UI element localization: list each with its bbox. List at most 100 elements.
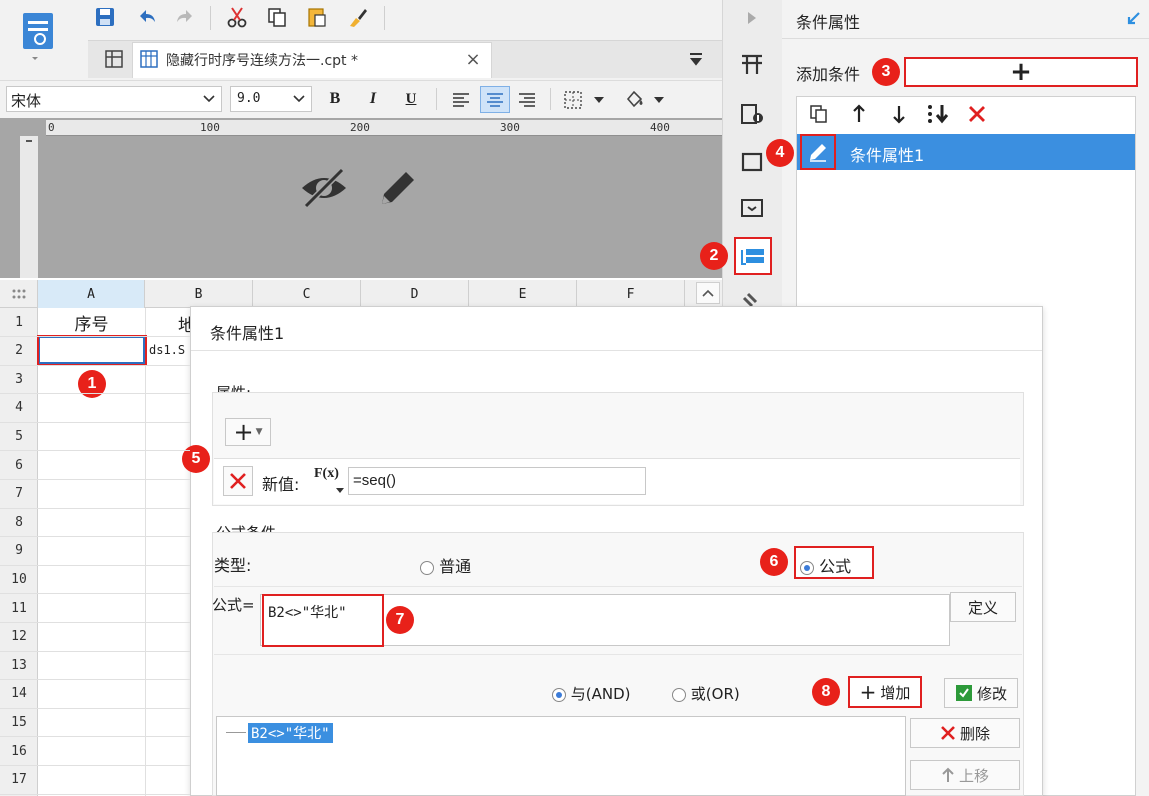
step-marker-6: 6 bbox=[760, 548, 788, 576]
cut-icon[interactable] bbox=[224, 4, 250, 30]
cell-attribute-icon[interactable] bbox=[736, 98, 768, 130]
fill-dropdown-icon[interactable] bbox=[652, 92, 666, 108]
save-icon[interactable] bbox=[92, 4, 118, 30]
underline-icon[interactable]: U bbox=[400, 88, 422, 110]
row-header[interactable]: 4 bbox=[0, 394, 38, 422]
select-all-icon[interactable] bbox=[0, 280, 38, 308]
row-header[interactable]: 7 bbox=[0, 480, 38, 508]
row-header[interactable]: 2 bbox=[0, 337, 38, 365]
add-button[interactable]: + 增加 bbox=[848, 676, 922, 708]
or-radio[interactable]: 或(OR) bbox=[672, 683, 740, 704]
align-center-icon[interactable] bbox=[480, 86, 510, 113]
remove-attribute-icon[interactable] bbox=[223, 466, 253, 496]
condition-tree-item[interactable]: B2<>"华北" bbox=[248, 723, 333, 743]
column-header[interactable]: F bbox=[577, 280, 685, 308]
step-marker-2: 2 bbox=[700, 242, 728, 270]
cell-b2[interactable]: ds1.S bbox=[149, 343, 185, 357]
type-normal-radio[interactable]: 普通 bbox=[420, 553, 471, 577]
pin-icon[interactable] bbox=[1122, 8, 1144, 30]
formula-fx-icon[interactable]: F(x) bbox=[314, 466, 339, 482]
undo-icon[interactable] bbox=[134, 4, 160, 30]
condition-list-label[interactable]: 条件属性1 bbox=[850, 142, 924, 166]
copy-icon[interactable] bbox=[264, 4, 290, 30]
scroll-up-icon[interactable] bbox=[696, 282, 720, 304]
horizontal-ruler bbox=[46, 120, 722, 136]
ruler-label: 200 bbox=[350, 121, 370, 134]
edit-condition-icon[interactable] bbox=[800, 134, 836, 170]
condition-attribute-icon[interactable] bbox=[734, 237, 772, 275]
delete-icon[interactable] bbox=[964, 101, 990, 127]
italic-icon[interactable]: I bbox=[362, 88, 384, 110]
row-gridline bbox=[0, 793, 190, 795]
define-button[interactable]: 定义 bbox=[950, 592, 1016, 622]
border-icon[interactable] bbox=[560, 88, 586, 112]
type-formula-radio[interactable]: 公式 bbox=[800, 553, 851, 577]
column-header[interactable]: B bbox=[145, 280, 253, 308]
add-label: 增加 bbox=[880, 683, 911, 702]
chevron-down-icon[interactable] bbox=[291, 91, 307, 107]
new-value-input[interactable]: =seq() bbox=[348, 467, 646, 495]
modify-button[interactable]: 修改 bbox=[944, 678, 1018, 708]
formula-divider bbox=[214, 586, 1022, 587]
collapse-arrow-icon[interactable] bbox=[742, 8, 762, 28]
row-header[interactable]: 16 bbox=[0, 737, 38, 765]
row-header[interactable]: 11 bbox=[0, 594, 38, 622]
row-header[interactable]: 14 bbox=[0, 680, 38, 708]
align-left-icon[interactable] bbox=[448, 88, 474, 112]
form-icon[interactable] bbox=[736, 192, 768, 224]
row-header[interactable]: 6 bbox=[0, 451, 38, 479]
toolbar-divider bbox=[436, 88, 437, 110]
grid-view-icon[interactable] bbox=[102, 47, 126, 71]
condition-list-item-selected[interactable] bbox=[797, 134, 1135, 170]
fill-color-icon[interactable] bbox=[620, 86, 648, 112]
formula-text: B2<>"华北" bbox=[268, 605, 347, 621]
redo-icon[interactable] bbox=[172, 4, 198, 30]
cell-a1[interactable]: 序号 bbox=[38, 309, 145, 336]
move-up-button[interactable]: 上移 bbox=[910, 760, 1020, 790]
chevron-down-icon[interactable] bbox=[201, 91, 217, 107]
widget-icon[interactable] bbox=[736, 146, 768, 178]
row-header[interactable]: 9 bbox=[0, 537, 38, 565]
column-header[interactable]: D bbox=[361, 280, 469, 308]
and-radio[interactable]: 与(AND) bbox=[552, 683, 631, 704]
pencil-icon bbox=[370, 160, 426, 216]
close-tab-icon[interactable]: × bbox=[462, 48, 484, 70]
row-header[interactable]: 1 bbox=[0, 308, 38, 336]
vertical-ruler bbox=[20, 136, 38, 278]
row-header[interactable]: 17 bbox=[0, 766, 38, 794]
add-condition-button[interactable]: + bbox=[904, 57, 1138, 87]
row-header[interactable]: 10 bbox=[0, 565, 38, 593]
row-header[interactable]: 12 bbox=[0, 623, 38, 651]
hidden-eye-icon bbox=[296, 160, 352, 216]
move-down-icon[interactable] bbox=[886, 101, 912, 127]
border-dropdown-icon[interactable] bbox=[592, 92, 606, 108]
new-value-label: 新值: bbox=[262, 475, 300, 494]
bold-icon[interactable]: B bbox=[324, 88, 346, 110]
copy-icon[interactable] bbox=[806, 101, 832, 127]
row-header[interactable]: 5 bbox=[0, 422, 38, 450]
move-up-icon[interactable] bbox=[846, 101, 872, 127]
row-header[interactable]: 8 bbox=[0, 508, 38, 536]
cell-element-icon[interactable] bbox=[736, 48, 768, 80]
fx-dropdown-icon[interactable] bbox=[336, 488, 344, 493]
row-header[interactable]: 3 bbox=[0, 365, 38, 393]
move-bottom-icon[interactable] bbox=[924, 101, 952, 127]
add-attribute-button[interactable]: + ▼ bbox=[225, 418, 271, 446]
radio-icon[interactable] bbox=[420, 560, 434, 575]
font-name-select[interactable]: 宋体 bbox=[6, 86, 222, 112]
template-menu-icon[interactable] bbox=[18, 6, 58, 66]
column-header[interactable]: E bbox=[469, 280, 577, 308]
paste-icon[interactable] bbox=[304, 4, 330, 30]
column-header[interactable]: A bbox=[38, 280, 145, 308]
delete-button[interactable]: 删除 bbox=[910, 718, 1020, 748]
radio-icon[interactable] bbox=[672, 687, 686, 702]
row-header[interactable]: 15 bbox=[0, 708, 38, 736]
font-size-select[interactable]: 9.0 bbox=[230, 86, 312, 112]
tab-menu-icon[interactable] bbox=[684, 48, 708, 70]
radio-selected-icon[interactable] bbox=[552, 687, 566, 702]
format-painter-icon[interactable] bbox=[344, 4, 370, 30]
radio-selected-icon[interactable] bbox=[800, 560, 814, 575]
align-right-icon[interactable] bbox=[514, 88, 540, 112]
row-header[interactable]: 13 bbox=[0, 651, 38, 679]
column-header[interactable]: C bbox=[253, 280, 361, 308]
